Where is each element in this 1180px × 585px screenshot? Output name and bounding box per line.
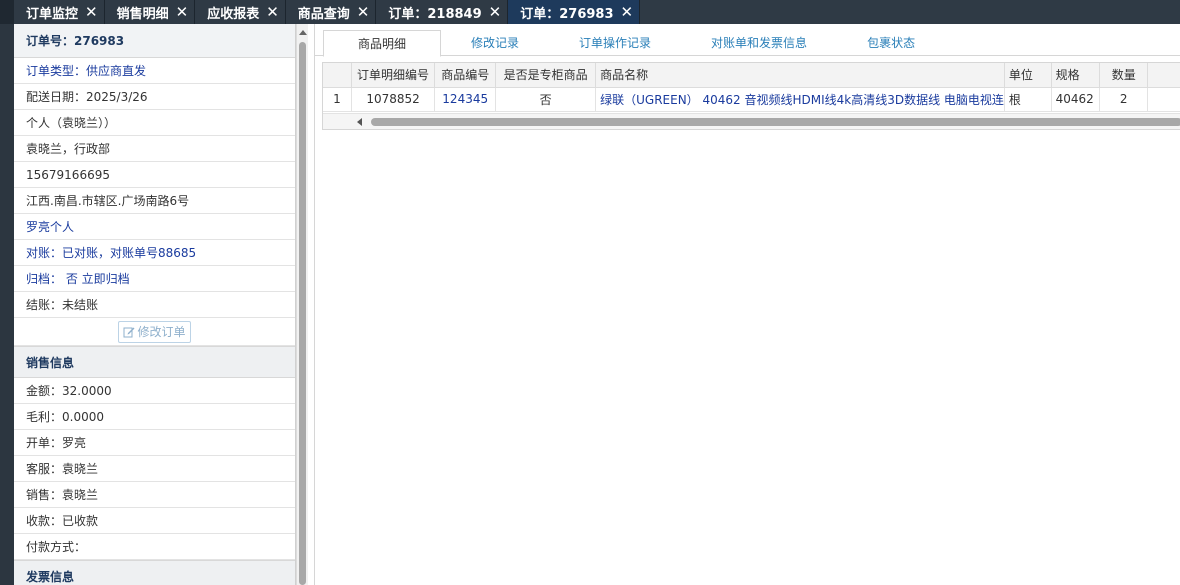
cell-filler (1147, 87, 1180, 112)
edit-order-label: 修改订单 (137, 324, 186, 339)
collection-status: 收款：已收款 (14, 508, 295, 534)
detail-panel: 商品明细 修改记录 订单操作记录 对账单和发票信息 包裹状态 订单明细编号 商品… (314, 24, 1180, 585)
column-header[interactable]: 规格 (1051, 63, 1101, 88)
tab-label: 订单：218849 (388, 6, 482, 22)
column-header[interactable]: 订单明细编号 (351, 63, 436, 88)
edit-icon (123, 327, 135, 337)
left-panel-scrollbar[interactable] (296, 24, 308, 585)
tab-sales-detail[interactable]: 销售明细 ✕ (104, 0, 196, 24)
close-icon[interactable]: ✕ (621, 4, 634, 20)
cell-spec: 40462 (1051, 87, 1101, 112)
column-header[interactable]: 数量 (1099, 63, 1149, 88)
cell-product-no[interactable]: 124345 (434, 87, 497, 112)
top-tab-bar: 订单监控 ✕ 销售明细 ✕ 应收报表 ✕ 商品查询 ✕ 订单：218849 ✕ … (0, 0, 1180, 24)
tab-product-query[interactable]: 商品查询 ✕ (285, 0, 377, 24)
order-number: 订单号：276983 (14, 24, 295, 58)
scrollbar-thumb[interactable] (299, 42, 306, 585)
delivery-date: 配送日期：2025/3/26 (14, 84, 295, 110)
product-grid: 订单明细编号 商品编号 是否是专柜商品 商品名称 单位 规格 数量 1 1078… (322, 62, 1180, 130)
contact-dept: 袁晓兰，行政部 (14, 136, 295, 162)
gross-profit: 毛利：0.0000 (14, 404, 295, 430)
tab-label: 订单：276983 (520, 6, 614, 22)
close-icon[interactable]: ✕ (176, 4, 189, 20)
subtab-change-log[interactable]: 修改记录 (441, 30, 549, 56)
cell-detail-no: 1078852 (351, 87, 436, 112)
settle-status: 结账：未结账 (14, 292, 295, 318)
sales-info-header: 销售信息 (14, 346, 295, 378)
customer-name: 个人（袁晓兰）） (14, 110, 295, 136)
subtab-operation-log[interactable]: 订单操作记录 (549, 30, 681, 56)
cell-counter: 否 (495, 87, 597, 112)
cell-product-name[interactable]: 绿联（UGREEN） 40462 音视频线HDMI线4k高清线3D数据线 电脑电… (595, 87, 1005, 112)
scroll-left-icon[interactable] (357, 118, 362, 126)
archive-status[interactable]: 归档： 否 立即归档 (14, 266, 295, 292)
payment-method: 付款方式： (14, 534, 295, 560)
column-header[interactable]: 单位 (1004, 63, 1052, 88)
salesperson: 销售：袁晓兰 (14, 482, 295, 508)
phone-number: 15679166695 (14, 162, 295, 188)
column-header-filler (1147, 63, 1180, 88)
subtab-product-detail[interactable]: 商品明细 (323, 30, 442, 57)
tab-order-monitor[interactable]: 订单监控 ✕ (14, 0, 105, 24)
table-row[interactable]: 1 1078852 124345 否 绿联（UGREEN） 40462 音视频线… (323, 87, 1180, 112)
tab-label: 商品查询 (297, 6, 350, 22)
account-link[interactable]: 罗亮个人 (14, 214, 295, 240)
tab-label: 订单监控 (26, 6, 79, 22)
subtab-package-status[interactable]: 包裹状态 (837, 30, 945, 56)
edit-order-row: 修改订单 (14, 318, 295, 346)
close-icon[interactable]: ✕ (85, 4, 98, 20)
detail-subtabs: 商品明细 修改记录 订单操作记录 对账单和发票信息 包裹状态 (315, 30, 1180, 57)
row-index: 1 (323, 87, 352, 112)
reconcile-status[interactable]: 对账：已对账，对账单号88685 (14, 240, 295, 266)
subtab-reconcile-invoice[interactable]: 对账单和发票信息 (681, 30, 837, 56)
left-nav-strip (0, 24, 14, 585)
invoice-info-header: 发票信息 (14, 560, 295, 585)
column-header-index (323, 63, 352, 88)
column-header[interactable]: 商品名称 (595, 63, 1005, 88)
order-type: 订单类型：供应商直发 (14, 58, 295, 84)
scroll-up-icon[interactable] (299, 30, 307, 35)
tab-label: 销售明细 (116, 6, 169, 22)
tab-label: 应收报表 (207, 6, 260, 22)
customer-service: 客服：袁晓兰 (14, 456, 295, 482)
tab-receivable-report[interactable]: 应收报表 ✕ (195, 0, 286, 24)
order-info-panel: 订单号：276983 订单类型：供应商直发 配送日期：2025/3/26 个人（… (14, 24, 296, 585)
tabbar-left-strip (0, 0, 14, 24)
order-opener: 开单：罗亮 (14, 430, 295, 456)
close-icon[interactable]: ✕ (489, 4, 502, 20)
column-header[interactable]: 是否是专柜商品 (495, 63, 597, 88)
close-icon[interactable]: ✕ (357, 4, 370, 20)
tab-order-276983[interactable]: 订单：276983 ✕ (508, 0, 641, 24)
product-table: 订单明细编号 商品编号 是否是专柜商品 商品名称 单位 规格 数量 1 1078… (323, 63, 1180, 112)
table-header-row: 订单明细编号 商品编号 是否是专柜商品 商品名称 单位 规格 数量 (323, 63, 1180, 88)
sales-amount: 金额：32.0000 (14, 378, 295, 404)
tab-order-218849[interactable]: 订单：218849 ✕ (376, 0, 509, 24)
cell-unit: 根 (1004, 87, 1052, 112)
cell-qty: 2 (1099, 87, 1149, 112)
column-header[interactable]: 商品编号 (434, 63, 497, 88)
close-icon[interactable]: ✕ (266, 4, 279, 20)
table-horizontal-scrollbar[interactable] (323, 113, 1180, 129)
edit-order-button[interactable]: 修改订单 (118, 320, 191, 343)
horizontal-scrollbar-thumb[interactable] (371, 118, 1180, 126)
address: 江西.南昌.市辖区.广场南路6号 (14, 188, 295, 214)
